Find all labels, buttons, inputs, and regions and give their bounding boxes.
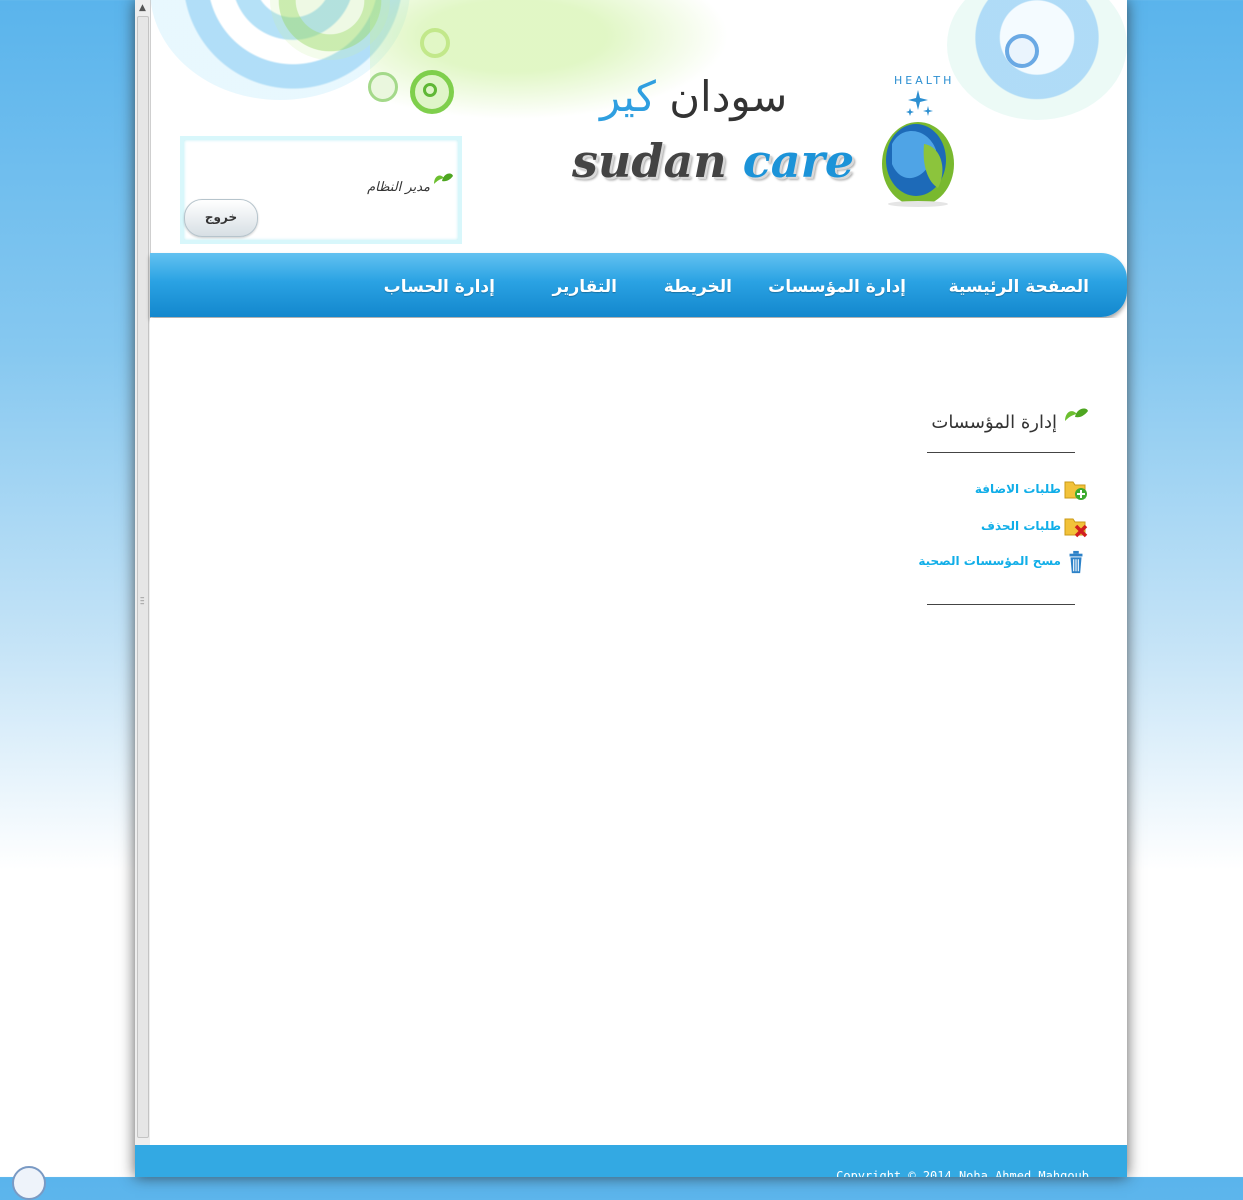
logo-latin-text: sudan care bbox=[572, 134, 854, 188]
user-role-label: مدير النظام bbox=[367, 180, 430, 195]
decorative-ring bbox=[420, 28, 450, 58]
folder-add-icon bbox=[1064, 481, 1087, 500]
decorative-ring bbox=[368, 72, 398, 102]
scroll-up-arrow-icon[interactable]: ▲ bbox=[137, 2, 148, 14]
divider bbox=[927, 604, 1075, 605]
link-label[interactable]: طلبات الحذف bbox=[981, 519, 1061, 533]
nav-item-reports[interactable]: التقارير bbox=[552, 277, 617, 297]
logo-latin-part1: sudan bbox=[572, 134, 727, 188]
decorative-ring bbox=[410, 70, 454, 114]
leaf-icon bbox=[1065, 408, 1088, 421]
logo-latin-part2: care bbox=[742, 134, 855, 188]
footer: Copyright © 2014 Noha Ahmed Mahgoub bbox=[135, 1145, 1127, 1177]
logo-arabic-text: سودان كير bbox=[600, 72, 787, 121]
vertical-scrollbar[interactable]: ▲ – – – bbox=[135, 0, 151, 1145]
logo-arabic-part2: كير bbox=[600, 72, 656, 121]
header-banner: مدير النظام خروج سودان كير sudan care HE… bbox=[150, 0, 1127, 250]
footer-copyright: Copyright © 2014 Noha Ahmed Mahgoub bbox=[836, 1169, 1089, 1177]
nav-item-institutions[interactable]: إدارة المؤسسات bbox=[768, 277, 906, 297]
page-container: ▲ – – – مدير النظام خروج سودان كير sudan c… bbox=[135, 0, 1127, 1177]
leaf-icon bbox=[434, 173, 453, 184]
scrollbar-thumb[interactable]: – – – bbox=[137, 16, 149, 1138]
link-label[interactable]: طلبات الاضافة bbox=[975, 482, 1061, 496]
decorative-ring bbox=[1005, 34, 1039, 68]
nav-item-home[interactable]: الصفحة الرئيسية bbox=[949, 277, 1089, 297]
browser-status-icon[interactable] bbox=[12, 1166, 46, 1200]
scrollbar-grip-icon: – – – bbox=[140, 593, 145, 609]
link-delete-requests[interactable]: طلبات الحذف bbox=[939, 515, 1089, 538]
main-nav: الصفحة الرئيسية إدارة المؤسسات الخريطة ا… bbox=[150, 253, 1127, 317]
folder-delete-icon bbox=[1064, 518, 1088, 538]
link-add-requests[interactable]: طلبات الاضافة bbox=[939, 478, 1089, 500]
divider bbox=[927, 452, 1075, 453]
logo-arabic-part1: سودان bbox=[655, 72, 788, 121]
link-label[interactable]: مسح المؤسسات الصحية bbox=[918, 554, 1061, 568]
link-scan-institutions[interactable]: مسح المؤسسات الصحية bbox=[918, 550, 1089, 574]
nav-item-account[interactable]: إدارة الحساب bbox=[384, 277, 495, 297]
content-area: إدارة المؤسسات طلبات الاضافة طلبات الحذف bbox=[150, 318, 1127, 1145]
section-title: إدارة المؤسسات bbox=[931, 412, 1057, 433]
decorative-bubble bbox=[947, 0, 1127, 120]
logo-mark-icon bbox=[882, 90, 954, 207]
nav-item-map[interactable]: الخريطة bbox=[664, 277, 732, 297]
logout-button[interactable]: خروج bbox=[184, 199, 258, 237]
trash-icon bbox=[1069, 550, 1083, 574]
user-panel: مدير النظام خروج bbox=[180, 136, 462, 244]
